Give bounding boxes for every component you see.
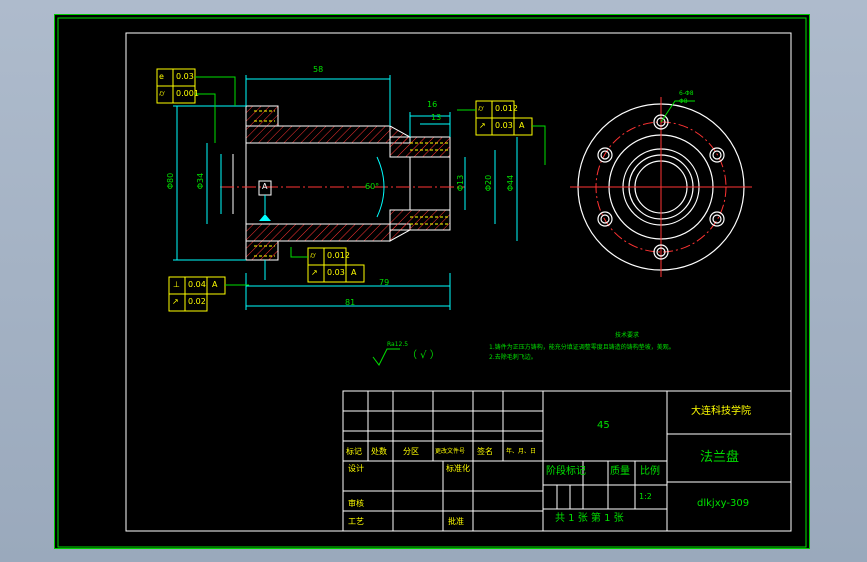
- label-standard: 标准化: [446, 464, 470, 473]
- drawing-code: dlkjxy-309: [697, 498, 750, 509]
- roughness-symbol: [372, 348, 400, 366]
- dim-79: 79: [379, 278, 390, 287]
- dim-dia-34: Φ34: [196, 172, 206, 190]
- label-doc-no: 更改文件号: [435, 448, 466, 455]
- scale-value: 1:2: [639, 492, 652, 501]
- tol-bottom-row2: 0.02: [188, 297, 206, 306]
- tech-notes-line1: 1.铸件为正压方铸构，能充分填证调整零度且铸造的铸构垫坡，美观。: [489, 344, 675, 351]
- dim-13: 13: [431, 113, 442, 122]
- roughness-value: Ra12.5: [387, 341, 409, 348]
- tol-mid-row2: 0.03: [327, 268, 345, 277]
- runout-icon: ↗: [479, 121, 486, 130]
- part-name: 法兰盘: [700, 450, 740, 465]
- cylindricity-icon: ⌭: [310, 251, 316, 260]
- drawing-canvas: [57, 17, 807, 548]
- cad-viewport: 58 16 13 Φ80 Φ34 Φ13 Φ20 Φ44 60° 79 81 6…: [54, 14, 810, 549]
- section-view: [220, 105, 465, 261]
- hole-callout-dia: Φ8: [679, 98, 688, 105]
- roughness-paren: （ √ ）: [407, 350, 440, 361]
- tol-mid-row2-datum: A: [351, 268, 357, 277]
- dim-16: 16: [427, 100, 438, 109]
- school-name: 大连科技学院: [691, 406, 751, 417]
- label-review: 审核: [348, 499, 364, 508]
- tech-notes-line2: 2.去除毛刺飞边。: [489, 354, 537, 361]
- hole-callout-count: 6-Φ8: [679, 90, 694, 97]
- runout-icon: ↗: [311, 268, 318, 277]
- tol-left-row1: 0.03: [176, 72, 194, 81]
- tol-bottom-row1-datum: A: [212, 280, 218, 289]
- tol-left-row2: 0.001: [176, 89, 199, 98]
- dim-dia-20: Φ20: [484, 174, 494, 192]
- label-zone: 分区: [403, 447, 419, 456]
- weight-label: 质量: [610, 466, 630, 477]
- label-count: 处数: [371, 447, 387, 456]
- shaft-bottom-hatch: [389, 209, 451, 231]
- scale-label: 比例: [640, 466, 660, 477]
- body-bottom-hatch: [245, 223, 391, 242]
- dim-58: 58: [313, 65, 324, 74]
- label-craft: 工艺: [348, 517, 364, 526]
- tol-right-row1: 0.012: [495, 104, 518, 113]
- flange-bottom-hatch: [245, 240, 279, 261]
- dim-dia-13: Φ13: [456, 174, 466, 192]
- circularity-icon: e: [159, 72, 164, 81]
- sheet-border: [57, 17, 807, 548]
- cylindricity-icon: ⌭: [478, 104, 484, 113]
- tol-mid-row1: 0.012: [327, 251, 350, 260]
- body-top-hatch: [245, 125, 391, 144]
- dim-81: 81: [345, 298, 356, 307]
- perpendicularity-icon: ⊥: [173, 280, 180, 289]
- flange-top-hatch: [245, 105, 279, 127]
- label-sign: 签名: [477, 447, 493, 456]
- dim-dia-80: Φ80: [166, 172, 176, 190]
- runout-icon: ↗: [172, 297, 179, 306]
- label-approve: 批准: [448, 517, 464, 526]
- dim-dia-44: Φ44: [506, 174, 516, 192]
- sheet-info: 共 1 张 第 1 张: [555, 513, 624, 524]
- label-mark: 标记: [346, 447, 362, 456]
- tol-right-row2: 0.03: [495, 121, 513, 130]
- stage-label: 阶段标记: [546, 466, 586, 477]
- shaft-top-hatch: [389, 136, 451, 158]
- datum-label: A: [262, 182, 268, 191]
- drawing-border: [125, 32, 792, 532]
- tol-bottom-row1: 0.04: [188, 280, 206, 289]
- cylindricity-icon: ⌭: [159, 89, 165, 98]
- shaft-bore: [409, 156, 451, 211]
- tol-right-row2-datum: A: [519, 121, 525, 130]
- end-view: [570, 97, 752, 277]
- label-design: 设计: [348, 464, 364, 473]
- label-date: 年、月、日: [506, 448, 537, 455]
- dim-60deg: 60°: [365, 182, 380, 191]
- tech-notes-heading: 技术要求: [615, 332, 640, 339]
- datum-triangle: [259, 214, 271, 221]
- material-value: 45: [597, 420, 610, 431]
